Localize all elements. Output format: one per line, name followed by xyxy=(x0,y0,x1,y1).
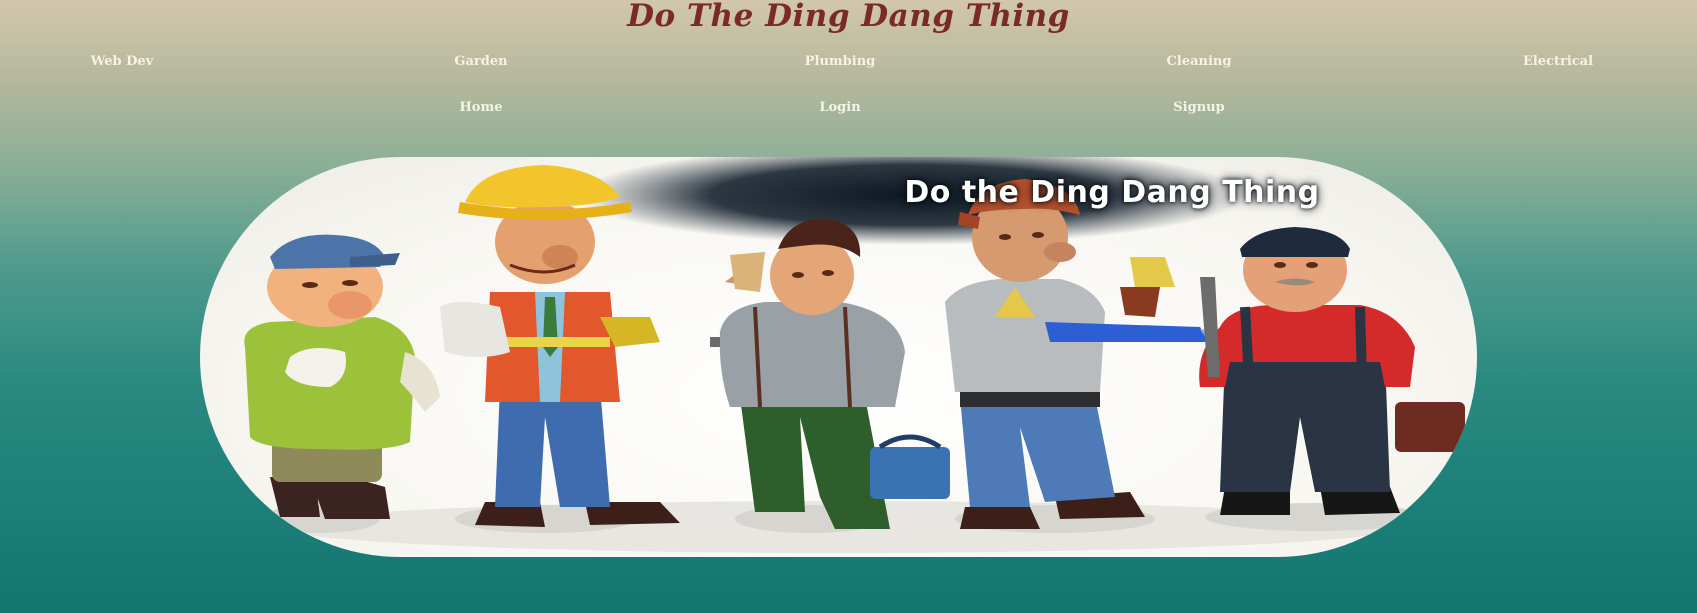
nav-link-home[interactable]: Home xyxy=(460,100,503,115)
hero-illustration xyxy=(244,157,1465,553)
red-toolbox xyxy=(1395,402,1465,452)
nav-link-cleaning[interactable]: Cleaning xyxy=(1167,54,1232,69)
hero-image: Do the Ding Dang Thing xyxy=(200,157,1477,557)
nav-link-electrical[interactable]: Electrical xyxy=(1523,54,1593,69)
green-shirt-worker xyxy=(244,234,440,533)
primary-nav: Web Dev Garden Plumbing Cleaning Electri… xyxy=(0,54,1697,74)
nav-link-web-dev[interactable]: Web Dev xyxy=(91,54,154,69)
painter-worker xyxy=(710,218,950,533)
nav-link-signup[interactable]: Signup xyxy=(1173,100,1224,115)
plumber-worker xyxy=(1199,227,1465,531)
nav-link-login[interactable]: Login xyxy=(819,100,860,115)
nav-link-plumbing[interactable]: Plumbing xyxy=(805,54,876,69)
site-title: Do The Ding Dang Thing xyxy=(627,0,1070,34)
hero-caption: Do the Ding Dang Thing xyxy=(904,175,1320,210)
nav-link-garden[interactable]: Garden xyxy=(454,54,507,69)
secondary-nav: Home Login Signup xyxy=(0,100,1697,120)
toolbox xyxy=(870,447,950,499)
